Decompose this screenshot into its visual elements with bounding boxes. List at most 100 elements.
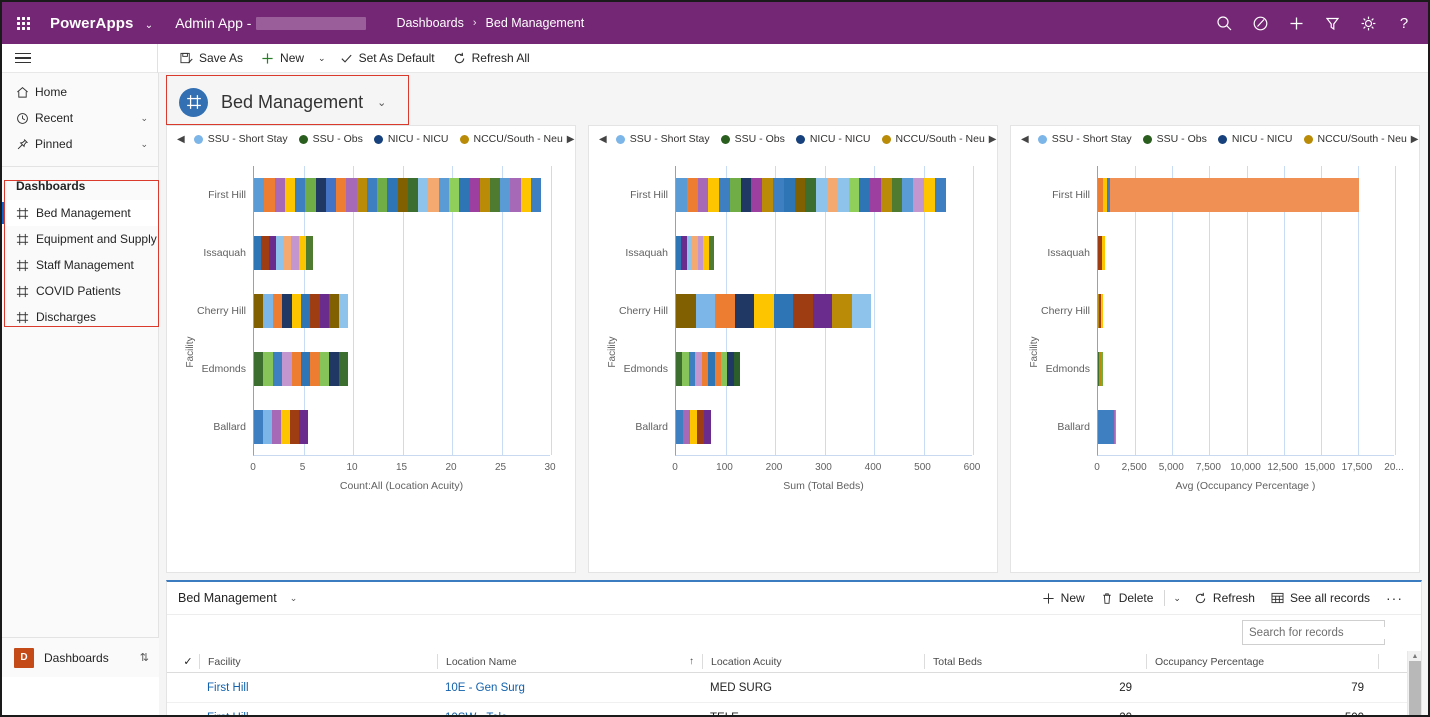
bar-segment[interactable] [812, 294, 833, 328]
bar-segment[interactable] [690, 410, 698, 444]
search-icon[interactable] [1206, 2, 1242, 44]
cell-location-name[interactable]: 10SW - Tele [437, 712, 702, 716]
see-all-records-button[interactable]: See all records [1263, 587, 1378, 609]
bar-segment[interactable] [859, 178, 871, 212]
save-as-button[interactable]: Save As [171, 48, 252, 68]
bar-segment[interactable] [1109, 178, 1360, 212]
new-chevron-down-icon[interactable]: ⌄ [313, 50, 331, 67]
new-record-button[interactable]: New [1034, 587, 1093, 609]
bar-segment[interactable] [281, 410, 291, 444]
bar-segment[interactable] [851, 294, 872, 328]
scroll-up-arrow-icon[interactable]: ▲ [1408, 651, 1422, 661]
bar-segment[interactable] [676, 178, 687, 212]
search-input[interactable] [1249, 626, 1403, 639]
bar-segment[interactable] [676, 410, 684, 444]
bar-segment[interactable] [500, 178, 511, 212]
bar-segment[interactable] [530, 178, 541, 212]
bar-segment[interactable] [1101, 236, 1106, 270]
bar-first-hill[interactable] [1098, 178, 1360, 212]
table-row[interactable]: First Hill 10E - Gen Surg MED SURG 29 79 [167, 673, 1421, 703]
bar-ballard[interactable] [1098, 410, 1116, 444]
bar-segment[interactable] [387, 178, 398, 212]
bar-segment[interactable] [715, 294, 735, 328]
filter-icon[interactable] [1314, 2, 1350, 44]
bar-segment[interactable] [489, 178, 500, 212]
bar-segment[interactable] [438, 178, 449, 212]
bar-segment[interactable] [816, 178, 827, 212]
bar-segment[interactable] [254, 236, 262, 270]
bar-segment[interactable] [310, 352, 320, 386]
column-header-occupancy-percentage[interactable]: Occupancy Percentage [1146, 654, 1378, 669]
bar-cherry-hill[interactable] [676, 294, 872, 328]
chevron-down-icon[interactable]: ⌄ [140, 113, 148, 124]
bar-segment[interactable] [773, 178, 784, 212]
gear-icon[interactable] [1350, 2, 1386, 44]
bar-segment[interactable] [1101, 294, 1104, 328]
bar-segment[interactable] [734, 294, 755, 328]
bar-segment[interactable] [254, 178, 265, 212]
bar-segment[interactable] [291, 352, 301, 386]
bar-segment[interactable] [284, 178, 295, 212]
bar-segment[interactable] [740, 178, 752, 212]
bar-ballard[interactable] [676, 410, 712, 444]
bar-segment[interactable] [299, 410, 309, 444]
bar-segment[interactable] [300, 294, 311, 328]
bar-segment[interactable] [338, 352, 348, 386]
bar-segment[interactable] [837, 178, 849, 212]
sidebar-item-bed-management[interactable]: Bed Management [2, 200, 158, 226]
brand-powerapps[interactable]: PowerApps ⌄ [50, 15, 153, 32]
bar-segment[interactable] [880, 178, 892, 212]
bar-segment[interactable] [754, 294, 774, 328]
bar-segment[interactable] [708, 236, 715, 270]
bar-segment[interactable] [1098, 410, 1114, 444]
bar-segment[interactable] [773, 294, 794, 328]
bar-segment[interactable] [366, 178, 377, 212]
bar-segment[interactable] [697, 178, 709, 212]
bar-segment[interactable] [1100, 352, 1103, 386]
dashboard-selector[interactable]: Bed Management ⌄ [166, 76, 386, 128]
grid-title-chevron-down-icon[interactable]: ⌄ [290, 593, 298, 604]
bar-segment[interactable] [870, 178, 881, 212]
app-launcher-icon[interactable] [2, 2, 44, 44]
bar-segment[interactable] [762, 178, 774, 212]
bar-segment[interactable] [783, 178, 795, 212]
grid-vertical-scrollbar[interactable]: ▲ [1407, 651, 1422, 715]
bar-segment[interactable] [319, 294, 330, 328]
select-all-checkbox[interactable]: ✓ [177, 655, 199, 668]
new-button[interactable]: New [252, 48, 313, 68]
legend-item-1[interactable]: SSU - Obs [720, 133, 785, 145]
bar-segment[interactable] [254, 294, 264, 328]
bar-segment[interactable] [479, 178, 490, 212]
bar-segment[interactable] [459, 178, 470, 212]
bar-segment[interactable] [272, 294, 283, 328]
bar-segment[interactable] [305, 178, 316, 212]
legend-item-2[interactable]: NICU - NICU [795, 133, 871, 145]
legend-scroll-right-icon[interactable]: ▶ [1407, 134, 1423, 145]
bar-cherry-hill[interactable] [254, 294, 348, 328]
bar-segment[interactable] [291, 294, 301, 328]
bar-segment[interactable] [805, 178, 817, 212]
bar-segment[interactable] [510, 178, 521, 212]
bar-segment[interactable] [276, 236, 284, 270]
bar-segment[interactable] [263, 294, 273, 328]
column-header-location-acuity[interactable]: Location Acuity [702, 654, 924, 669]
chevron-down-icon[interactable]: ⌄ [140, 139, 148, 150]
bar-issaquah[interactable] [254, 236, 314, 270]
bar-segment[interactable] [733, 352, 741, 386]
bar-segment[interactable] [469, 178, 480, 212]
bar-segment[interactable] [729, 178, 741, 212]
column-header-facility[interactable]: Facility [199, 654, 437, 669]
bar-segment[interactable] [891, 178, 903, 212]
bar-segment[interactable] [520, 178, 531, 212]
bar-segment[interactable] [676, 294, 696, 328]
table-row[interactable]: First Hill10SW - TeleTELE20500 [167, 703, 1421, 716]
chevron-down-icon[interactable]: ⌄ [377, 96, 386, 109]
bar-segment[interactable] [295, 178, 306, 212]
bar-issaquah[interactable] [1098, 236, 1106, 270]
bar-segment[interactable] [934, 178, 946, 212]
bar-segment[interactable] [254, 410, 264, 444]
cell-facility[interactable]: First Hill [199, 712, 437, 716]
legend-item-1[interactable]: SSU - Obs [298, 133, 363, 145]
bar-edmonds[interactable] [1098, 352, 1103, 386]
bar-segment[interactable] [274, 178, 285, 212]
